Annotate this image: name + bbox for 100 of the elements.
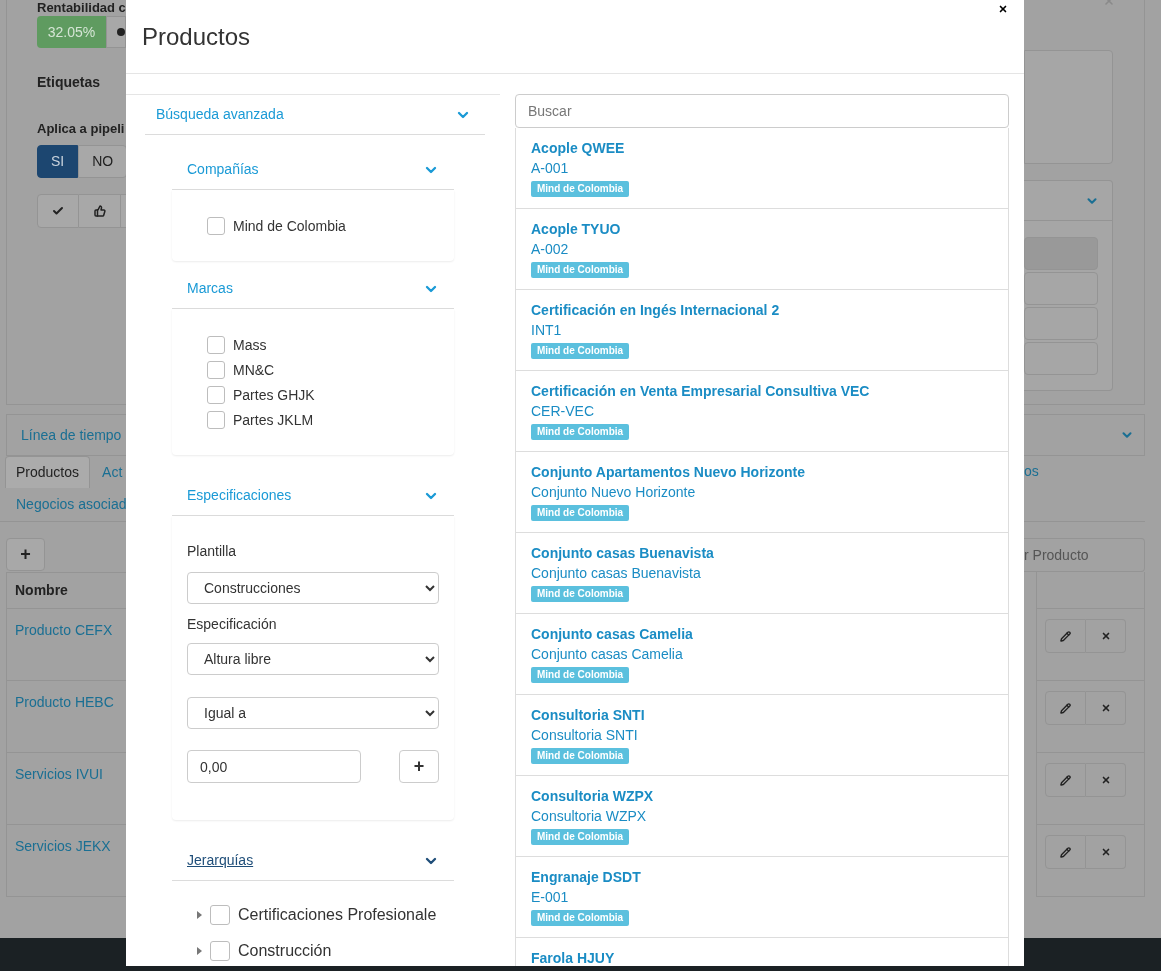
checkbox-label: Partes JKLM — [233, 411, 314, 429]
product-code: E-001 — [531, 889, 569, 906]
specification-select[interactable]: Altura libre — [187, 643, 439, 675]
product-item[interactable]: Consultoria SNTI Consultoria SNTI Mind de Colombia — [515, 695, 1009, 776]
associated-deals-link[interactable]: Negocios asociad — [16, 494, 126, 515]
pencil-icon — [1060, 630, 1071, 642]
checkbox[interactable] — [207, 336, 225, 354]
product-item[interactable]: Certificación en Venta Empresarial Consultiva VEC CER-VEC Mind de Colombia — [515, 371, 1009, 452]
product-name: Acople TYUO — [531, 221, 621, 238]
thumbs-up-icon — [93, 204, 106, 217]
product-item[interactable]: Consultoria WZPX Consultoria WZPX Mind de Colombia — [515, 776, 1009, 857]
delete-button[interactable] — [1086, 763, 1126, 797]
product-code: A-002 — [531, 241, 569, 258]
product-code: Consultoria WZPX — [531, 808, 647, 825]
input-field[interactable] — [1024, 237, 1098, 270]
product-code: CER-VEC — [531, 403, 594, 420]
caret-icon[interactable] — [197, 911, 202, 919]
tab[interactable]: Productos — [5, 456, 91, 488]
toggle-button[interactable] — [106, 16, 126, 48]
company-badge: Mind de Colombia — [531, 262, 630, 278]
product-name: Consultoria WZPX — [531, 788, 654, 805]
product-link[interactable]: Servicios JEKX — [15, 838, 111, 854]
pencil-icon — [1060, 846, 1071, 858]
add-button[interactable]: + — [6, 538, 45, 571]
labels-title: Etiquetas — [37, 73, 101, 92]
section-title[interactable]: Especificaciones — [187, 485, 292, 506]
check-icon — [52, 204, 64, 217]
field-label: Plantilla — [187, 542, 238, 561]
pipeline-option[interactable]: SI — [37, 144, 79, 178]
template-select[interactable]: Construcciones — [187, 572, 439, 604]
checkbox-label: Mass — [233, 336, 267, 354]
product-name: Conjunto Apartamentos Nuevo Horizonte — [531, 464, 806, 481]
close-icon — [1100, 703, 1111, 713]
product-code: Conjunto casas Camelia — [531, 646, 683, 663]
input-field[interactable] — [1024, 307, 1098, 340]
company-badge: Mind de Colombia — [531, 181, 630, 197]
margin-badge: 32.05% — [37, 16, 106, 48]
operator-select[interactable]: Igual a — [187, 697, 439, 729]
checkbox[interactable] — [207, 361, 225, 379]
edit-button[interactable] — [1045, 691, 1086, 725]
product-item[interactable]: Conjunto casas Camelia Conjunto casas Camelia Mind de Colombia — [515, 614, 1009, 695]
product-item[interactable]: Farola HJUY — [515, 938, 1009, 966]
checkbox-label: Mind de Colombia — [233, 217, 346, 235]
delete-button[interactable] — [1086, 835, 1126, 869]
company-badge: Mind de Colombia — [531, 829, 630, 845]
product-item[interactable]: Acople QWEE A-001 Mind de Colombia — [515, 128, 1009, 209]
product-item[interactable]: Certificación en Ingés Internacional 2 INT1 Mind de Colombia — [515, 290, 1009, 371]
company-badge: Mind de Colombia — [531, 910, 630, 926]
close-icon — [1100, 775, 1111, 785]
checkbox[interactable] — [207, 386, 225, 404]
delete-button[interactable] — [1086, 619, 1126, 653]
company-badge: Mind de Colombia — [531, 667, 630, 683]
caret-icon[interactable] — [197, 947, 202, 955]
search-field[interactable]: Buscar — [515, 94, 1009, 128]
product-name: Engranaje DSDT — [531, 869, 641, 886]
edit-button[interactable] — [1045, 619, 1086, 653]
product-item[interactable]: Engranaje DSDT E-001 Mind de Colombia — [515, 857, 1009, 938]
product-code: Conjunto casas Buenavista — [531, 565, 701, 582]
dialog-title: Productos — [142, 21, 251, 52]
product-item[interactable]: Conjunto Apartamentos Nuevo Horizonte Conjunto Nuevo Horizonte Mind de Colombia — [515, 452, 1009, 533]
company-badge: Mind de Colombia — [531, 748, 630, 764]
product-name: Farola HJUY — [531, 950, 615, 966]
check-button[interactable] — [37, 193, 79, 228]
pipeline-title: Aplica a pipeli — [37, 120, 126, 138]
add-button[interactable]: + — [399, 750, 439, 783]
checkbox[interactable] — [210, 941, 230, 961]
delete-button[interactable] — [1086, 691, 1126, 725]
tab[interactable]: Act — [102, 456, 123, 488]
checkbox-label: MN&C — [233, 361, 275, 379]
pencil-icon — [1060, 774, 1071, 786]
checkbox[interactable] — [210, 905, 230, 925]
section-title[interactable]: Compañías — [187, 159, 259, 180]
product-code: Conjunto Nuevo Horizonte — [531, 484, 696, 501]
checkbox[interactable] — [207, 217, 225, 235]
checkbox[interactable] — [207, 411, 225, 429]
advanced-search-title[interactable]: Búsqueda avanzada — [156, 104, 284, 125]
pipeline-option[interactable]: NO — [78, 144, 126, 178]
section-title[interactable]: Jerarquías — [187, 850, 254, 871]
input-field[interactable] — [1024, 342, 1098, 375]
value-input[interactable]: 0,00 — [187, 750, 361, 783]
product-name: Certificación en Venta Empresarial Consultiva VEC — [531, 383, 870, 400]
product-name: Certificación en Ingés Internacional 2 — [531, 302, 780, 319]
thumbs-up-button[interactable] — [79, 193, 121, 228]
product-name: Conjunto casas Camelia — [531, 626, 693, 643]
tab[interactable]: os — [1024, 461, 1039, 482]
input-field[interactable] — [1024, 272, 1098, 305]
column-header: Nombre — [15, 581, 68, 600]
edit-button[interactable] — [1045, 835, 1086, 869]
product-link[interactable]: Producto HEBC — [15, 694, 114, 710]
product-item[interactable]: Acople TYUO A-002 Mind de Colombia — [515, 209, 1009, 290]
close-icon — [1100, 631, 1111, 641]
product-item[interactable]: Conjunto casas Buenavista Conjunto casas Buenavista Mind de Colombia — [515, 533, 1009, 614]
edit-button[interactable] — [1045, 763, 1086, 797]
section-title[interactable]: Marcas — [187, 278, 233, 299]
section-heading: Rentabilidad c — [37, 0, 126, 16]
product-name: Acople QWEE — [531, 140, 625, 157]
product-link[interactable]: Producto CEFX — [15, 622, 113, 638]
close-icon[interactable] — [998, 4, 1008, 14]
product-link[interactable]: Servicios IVUI — [15, 766, 103, 782]
product-code: Consultoria SNTI — [531, 727, 638, 744]
